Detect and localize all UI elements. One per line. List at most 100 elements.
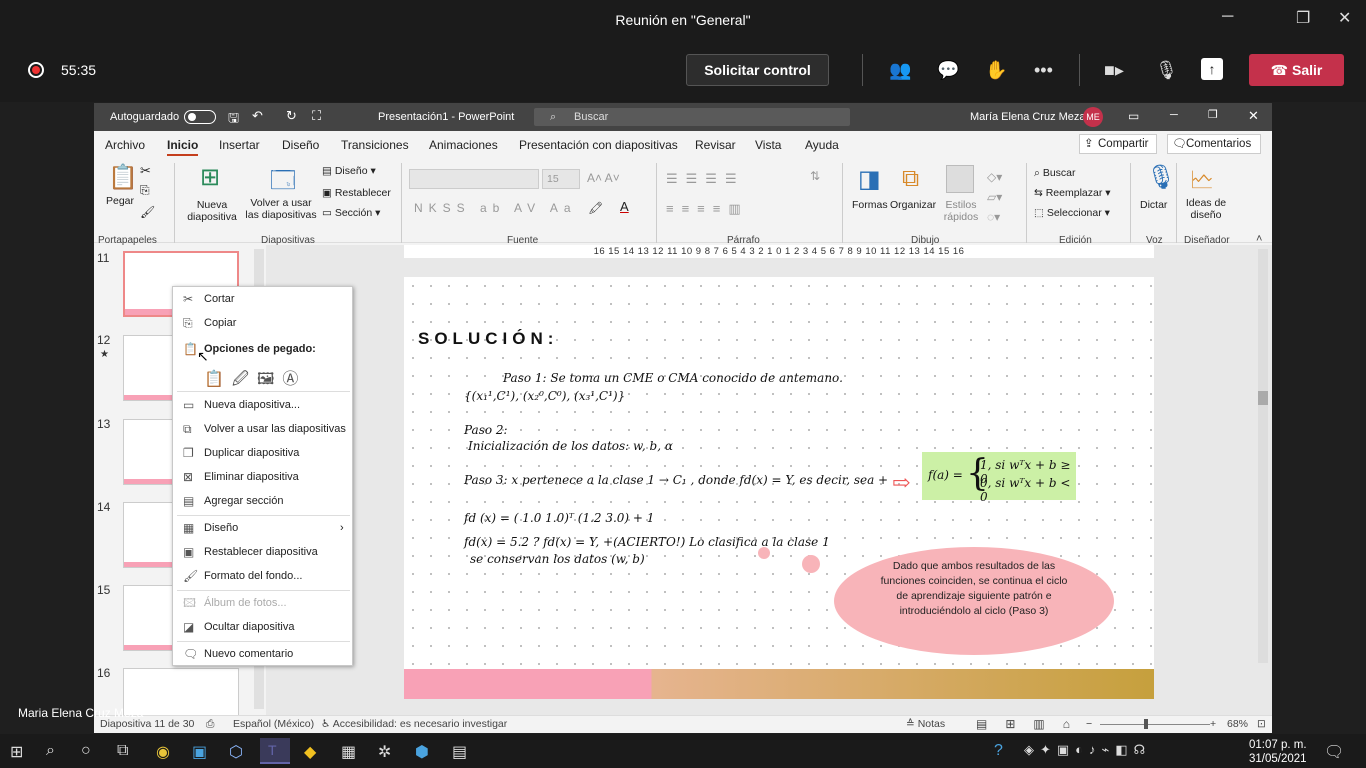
menu-item-reset[interactable]: ▣ Restablecer diapositiva [173, 541, 354, 563]
app-icon[interactable]: ▣ [192, 742, 207, 762]
app-icon[interactable]: ⬢ [415, 742, 429, 762]
scrollbar-thumb[interactable] [1258, 391, 1268, 405]
menu-item-new-slide[interactable]: ▭ Nueva diapositiva... [173, 394, 354, 416]
zoom-in-icon[interactable]: + [1210, 716, 1216, 732]
tab-archivo[interactable]: Archivo [105, 138, 145, 152]
close-icon[interactable]: ✕ [1338, 8, 1351, 28]
paste-label[interactable]: Pegar [106, 195, 134, 207]
font-format-icons[interactable]: NKSS ab AV Aa [414, 201, 577, 215]
autosave-toggle[interactable] [184, 110, 216, 124]
cut-icon[interactable]: ✂ [140, 163, 151, 179]
tab-animaciones[interactable]: Animaciones [429, 138, 498, 152]
reactions-icon[interactable]: ✋ [985, 60, 1007, 81]
app-icon[interactable]: ✲ [378, 742, 391, 762]
zoom-level[interactable]: 68% [1227, 716, 1248, 732]
zoom-out-icon[interactable]: − [1086, 716, 1092, 732]
layout-button[interactable]: ▤ Diseño ▾ [322, 165, 376, 177]
comments-button[interactable]: 🗨 Comentarios [1167, 134, 1261, 154]
avatar[interactable]: ME [1083, 107, 1103, 127]
participants-icon[interactable]: 👥 [889, 60, 911, 81]
notes-button[interactable]: ≙ Notas [906, 716, 945, 732]
replace-button[interactable]: ⇆ Reemplazar ▾ [1034, 187, 1111, 199]
shapes-label[interactable]: Formas [852, 199, 888, 211]
task-view-icon[interactable]: ⧉ [117, 742, 128, 760]
share-screen-icon[interactable]: ↑ [1201, 58, 1223, 80]
collapse-ribbon-icon[interactable]: ˄ [1256, 233, 1262, 245]
format-painter-icon[interactable]: 🖌 [140, 205, 155, 219]
quick-styles-icon[interactable] [946, 165, 974, 193]
present-icon[interactable]: ⛶ [312, 108, 321, 124]
more-options-icon[interactable]: ••• [1034, 60, 1053, 81]
leave-button[interactable]: ☎ Salir [1249, 54, 1344, 86]
menu-item-cut[interactable]: ✂ Cortar [173, 288, 354, 310]
tab-insertar[interactable]: Insertar [219, 138, 260, 152]
tab-ayuda[interactable]: Ayuda [805, 138, 839, 152]
zoom-slider[interactable] [1100, 719, 1210, 729]
font-color-icon[interactable]: A [620, 199, 629, 214]
minimize-icon[interactable]: ─ [1222, 8, 1233, 26]
teams-taskbar-icon[interactable]: T [260, 738, 290, 764]
chrome-icon[interactable]: ◉ [156, 742, 170, 762]
chat-icon[interactable]: 💬 [937, 60, 959, 81]
redo-icon[interactable]: ↻ [286, 108, 297, 124]
maximize-icon[interactable]: ❐ [1296, 8, 1310, 28]
windows-start-icon[interactable]: ⊞ [10, 742, 23, 762]
save-icon[interactable]: 🖫 [228, 109, 239, 131]
app-icon[interactable]: ⬡ [229, 742, 243, 762]
list-icons[interactable]: ☰☰☰☰ [666, 171, 745, 187]
shape-format-icons[interactable]: ◇▾ ▱▾ ◌▾ [987, 167, 1002, 227]
help-icon[interactable]: ? [994, 742, 1003, 760]
menu-item-duplicate[interactable]: ❐ Duplicar diapositiva [173, 442, 354, 464]
cortana-icon[interactable]: ○ [81, 742, 91, 760]
menu-item-copy[interactable]: ⎘ Copiar [173, 312, 354, 334]
ppt-restore-icon[interactable]: ❐ [1208, 108, 1218, 121]
align-icons[interactable]: ≡≡≡≡▥ [666, 201, 749, 217]
accessibility[interactable]: ♿ Accesibilidad: es necesario investigar [321, 716, 507, 732]
shapes-icon[interactable]: ◨ [858, 165, 881, 194]
menu-item-add-section[interactable]: ▤ Agregar sección [173, 490, 354, 512]
tab-revisar[interactable]: Revisar [695, 138, 736, 152]
text-direction-icon[interactable]: ⇅ [810, 169, 820, 183]
menu-item-delete[interactable]: ⊠ Eliminar diapositiva [173, 466, 354, 488]
quick-styles-label[interactable]: Estilos rápidos [939, 199, 983, 223]
search-icon[interactable]: ⌕ [46, 742, 55, 760]
menu-item-reuse[interactable]: ⧉ Volver a usar las diapositivas [173, 418, 354, 440]
view-buttons[interactable]: ▤⊞▥⌂ [976, 716, 1088, 732]
new-slide-label[interactable]: Nueva diapositiva [182, 199, 242, 223]
ppt-close-icon[interactable]: ✕ [1248, 108, 1259, 124]
app-icon[interactable]: ▦ [341, 742, 356, 762]
request-control-button[interactable]: Solicitar control [686, 54, 829, 86]
notifications-icon[interactable]: 🗨 [1324, 742, 1344, 762]
app-icon[interactable]: ◆ [304, 742, 316, 762]
font-name-select[interactable] [409, 169, 539, 189]
reset-button[interactable]: ▣ Restablecer [322, 187, 391, 199]
dictate-label[interactable]: Dictar [1140, 199, 1167, 211]
reuse-slides-label[interactable]: Volver a usar las diapositivas [244, 197, 318, 221]
mic-icon[interactable]: 🎙 [1146, 163, 1176, 192]
ppt-search-box[interactable]: ⌕ Buscar [534, 108, 850, 126]
ribbon-options-icon[interactable]: ▭ [1128, 109, 1139, 123]
spellcheck-icon[interactable]: ⎙ [206, 716, 214, 732]
tab-vista[interactable]: Vista [755, 138, 781, 152]
language[interactable]: Español (México) [233, 716, 314, 732]
tray-icons[interactable]: ◈✦▣◐♪⌁◧☊ [1024, 742, 1151, 758]
designer-label[interactable]: Ideas de diseño [1184, 197, 1228, 221]
tab-inicio[interactable]: Inicio [167, 138, 199, 156]
copy-icon[interactable]: ⎘ [140, 183, 150, 198]
menu-item-layout[interactable]: ▦ Diseño › [173, 517, 354, 539]
editor-scrollbar[interactable] [1258, 249, 1268, 663]
font-size-select[interactable]: 15 [542, 169, 580, 189]
font-grow-icon[interactable]: A˄ A˅ [587, 171, 620, 185]
tab-transiciones[interactable]: Transiciones [341, 138, 409, 152]
arrange-icon[interactable]: ⧉ [902, 165, 919, 193]
menu-item-new-comment[interactable]: 🗨 Nuevo comentario [173, 643, 354, 665]
tab-diseno[interactable]: Diseño [282, 138, 319, 152]
share-button[interactable]: ⇪ Compartir [1079, 134, 1157, 154]
camera-icon[interactable]: ■▸ [1104, 60, 1124, 81]
fit-slide-icon[interactable]: ⊡ [1257, 716, 1266, 732]
ppt-minimize-icon[interactable]: ─ [1170, 109, 1178, 121]
system-clock[interactable]: 01:07 p. m. 31/05/2021 [1249, 738, 1307, 766]
paste-icon[interactable]: 📋 [108, 163, 138, 192]
menu-item-background[interactable]: 🖌 Formato del fondo... [173, 565, 354, 587]
arrange-label[interactable]: Organizar [890, 199, 936, 211]
